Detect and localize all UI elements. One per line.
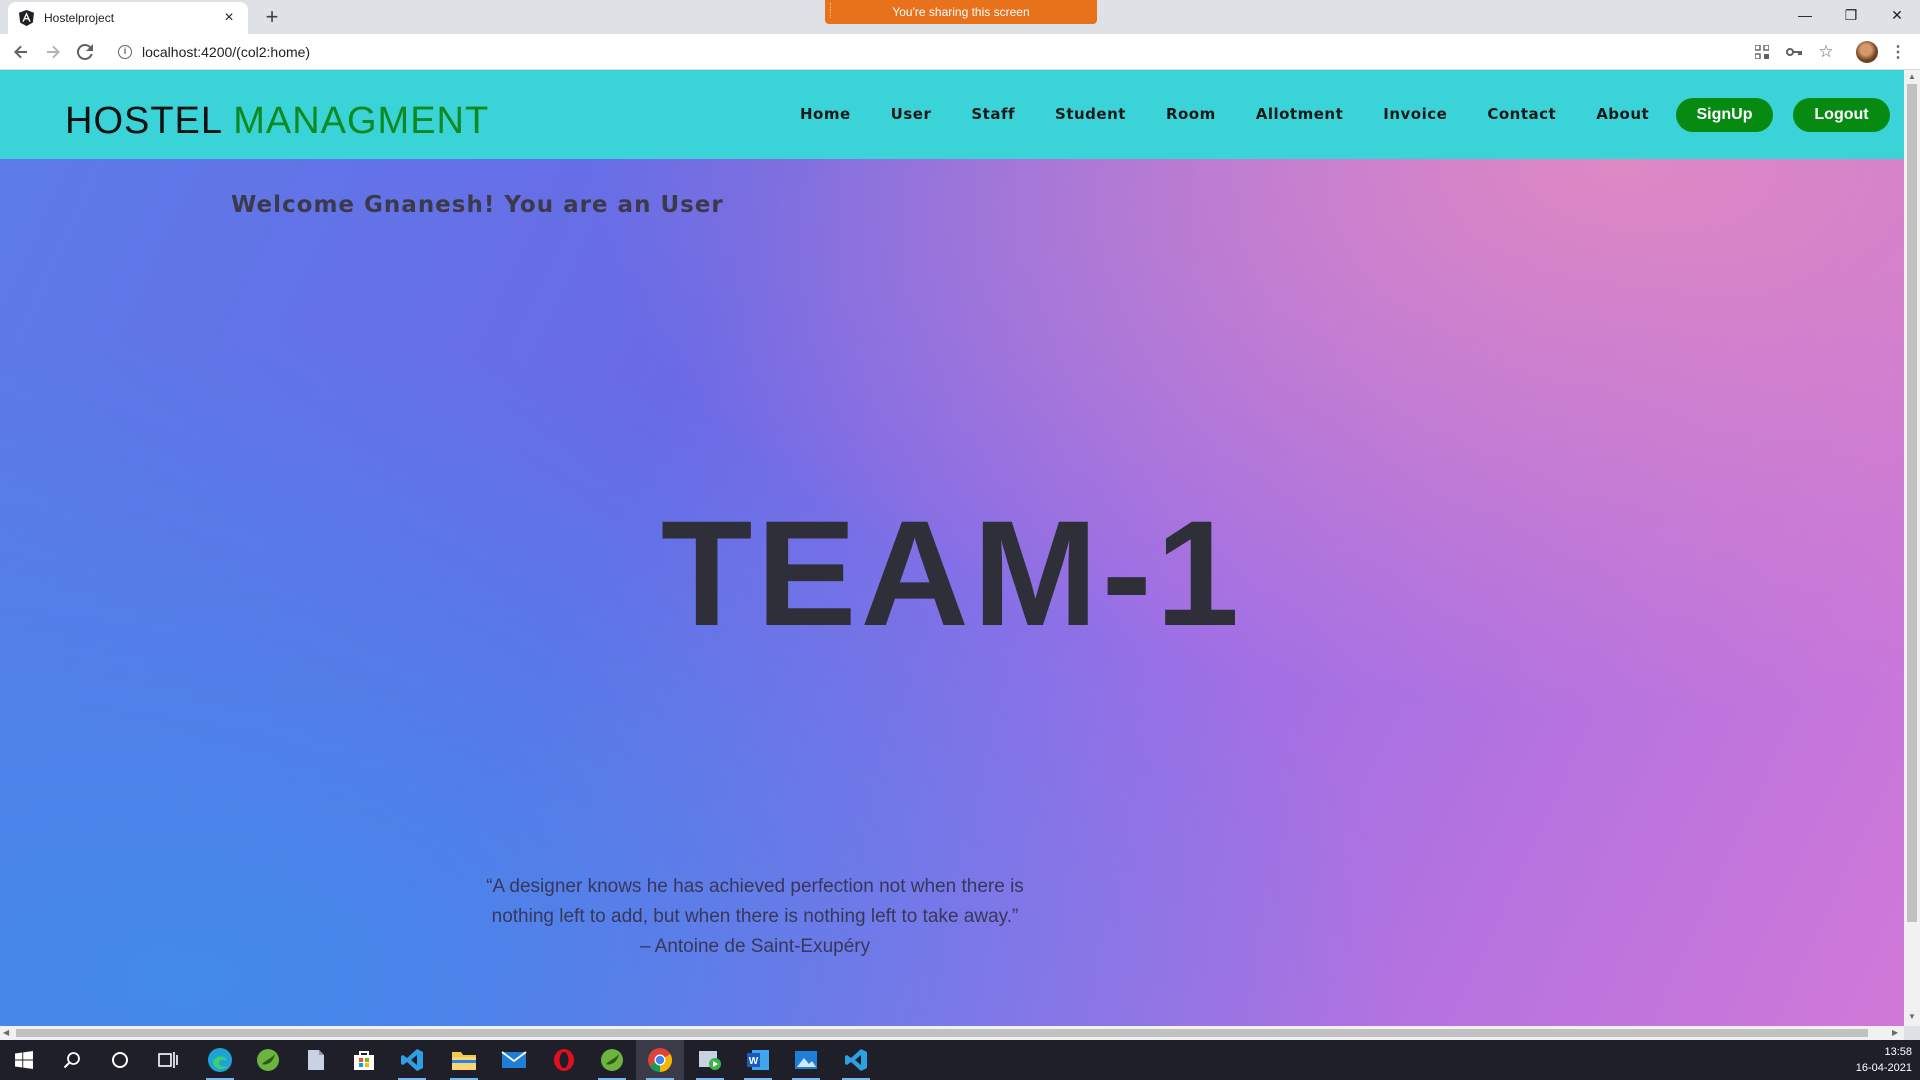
minimize-button[interactable]: — <box>1782 0 1828 30</box>
horizontal-scroll-thumb[interactable] <box>16 1029 1868 1037</box>
store-icon[interactable] <box>340 1040 388 1080</box>
restore-button[interactable]: ❐ <box>1828 0 1874 30</box>
media-icon[interactable] <box>686 1040 734 1080</box>
qr-code-icon[interactable] <box>1752 42 1772 62</box>
angular-favicon-icon <box>18 10 34 26</box>
vscode-icon[interactable] <box>388 1040 436 1080</box>
app-navbar: HOSTEL MANAGMENT Home User Staff Student… <box>0 70 1904 159</box>
key-icon[interactable] <box>1784 42 1804 62</box>
opera-icon[interactable] <box>540 1040 588 1080</box>
browser-tab-bar: Hostelproject × + ⁞ ⁞ You're sharing this… <box>0 0 1920 34</box>
word-icon[interactable]: W <box>734 1040 782 1080</box>
mail-icon[interactable] <box>490 1040 538 1080</box>
welcome-message: Welcome Gnanesh! You are an User <box>231 192 724 218</box>
nav-item-user[interactable]: User <box>891 105 932 123</box>
scroll-up-arrow-icon[interactable]: ▲ <box>1908 72 1916 81</box>
chrome-icon[interactable] <box>636 1040 684 1080</box>
nav-item-home[interactable]: Home <box>800 105 851 123</box>
nav-item-room[interactable]: Room <box>1166 105 1216 123</box>
close-window-button[interactable]: ✕ <box>1874 0 1920 30</box>
tab-title: Hostelproject <box>44 11 115 25</box>
quote-block: “A designer knows he has achieved perfec… <box>440 872 1070 962</box>
quote-author: – Antoine de Saint-Exupéry <box>639 936 871 957</box>
new-tab-button[interactable]: + <box>258 4 286 32</box>
windows-start-icon[interactable] <box>0 1040 48 1080</box>
nav-item-allotment[interactable]: Allotment <box>1256 105 1344 123</box>
bookmark-star-icon[interactable]: ☆ <box>1816 42 1836 62</box>
task-view-icon[interactable] <box>144 1040 192 1080</box>
forward-icon[interactable] <box>41 40 65 64</box>
profile-avatar[interactable] <box>1856 41 1878 63</box>
back-icon[interactable] <box>9 40 33 64</box>
brand-hostel: HOSTEL <box>65 100 222 142</box>
browser-tab[interactable]: Hostelproject × <box>8 2 248 34</box>
page-viewport: HOSTEL MANAGMENT Home User Staff Student… <box>0 70 1904 1026</box>
nav-menu: Home User Staff Student Room Allotment I… <box>800 96 1689 132</box>
file-explorer-icon[interactable] <box>440 1040 488 1080</box>
nav-item-contact[interactable]: Contact <box>1487 105 1556 123</box>
brand-logo[interactable]: HOSTEL MANAGMENT <box>65 100 489 143</box>
clock-date: 16-04-2021 <box>1855 1062 1912 1074</box>
signup-button[interactable]: SignUp <box>1676 98 1773 132</box>
reload-icon[interactable] <box>73 40 97 64</box>
quote-line: “A designer knows he has achieved perfec… <box>486 876 1024 897</box>
photos-icon[interactable] <box>782 1040 830 1080</box>
clock-time: 13:58 <box>1884 1046 1912 1058</box>
brand-managment: MANAGMENT <box>233 100 490 142</box>
window-controls: — ❐ ✕ <box>1782 0 1920 30</box>
drag-handle-icon[interactable]: ⁞ ⁞ <box>829 3 832 21</box>
spring-tools-2-icon[interactable] <box>588 1040 636 1080</box>
horizontal-scrollbar[interactable]: ◀ ▶ <box>0 1026 1904 1040</box>
cortana-icon[interactable] <box>96 1040 144 1080</box>
search-icon[interactable] <box>48 1040 96 1080</box>
windows-taskbar: W 13:58 16-04-2021 <box>0 1040 1920 1080</box>
nav-item-student[interactable]: Student <box>1055 105 1126 123</box>
edge-icon[interactable] <box>196 1040 244 1080</box>
vertical-scrollbar[interactable]: ▲ ▼ <box>1904 70 1920 1026</box>
system-clock[interactable]: 13:58 16-04-2021 <box>1856 1044 1912 1076</box>
screen-sharing-banner[interactable]: ⁞ ⁞ You're sharing this screen <box>825 0 1097 24</box>
url-text[interactable]: localhost:4200/(col2:home) <box>142 44 310 60</box>
scroll-down-arrow-icon[interactable]: ▼ <box>1908 1012 1916 1021</box>
svg-text:W: W <box>749 1056 759 1067</box>
files-icon[interactable] <box>292 1040 340 1080</box>
nav-item-staff[interactable]: Staff <box>971 105 1015 123</box>
vertical-scroll-thumb[interactable] <box>1907 84 1917 922</box>
spring-tools-icon[interactable] <box>244 1040 292 1080</box>
scroll-right-arrow-icon[interactable]: ▶ <box>1892 1028 1898 1037</box>
tab-close-icon[interactable]: × <box>220 9 238 27</box>
sharing-text: You're sharing this screen <box>892 5 1030 19</box>
site-info-icon[interactable]: i <box>118 45 132 59</box>
browser-toolbar: i localhost:4200/(col2:home) ☆ ⋮ <box>0 34 1920 70</box>
nav-item-about[interactable]: About <box>1596 105 1649 123</box>
menu-kebab-icon[interactable]: ⋮ <box>1888 42 1908 62</box>
nav-item-invoice[interactable]: Invoice <box>1383 105 1447 123</box>
logout-button[interactable]: Logout <box>1793 98 1890 132</box>
address-bar[interactable]: i localhost:4200/(col2:home) <box>108 38 1748 66</box>
scroll-left-arrow-icon[interactable]: ◀ <box>3 1028 9 1037</box>
quote-line: nothing left to add, but when there is n… <box>491 906 1019 927</box>
vscode-2-icon[interactable] <box>832 1040 880 1080</box>
hero-title: TEAM-1 <box>660 489 1244 657</box>
